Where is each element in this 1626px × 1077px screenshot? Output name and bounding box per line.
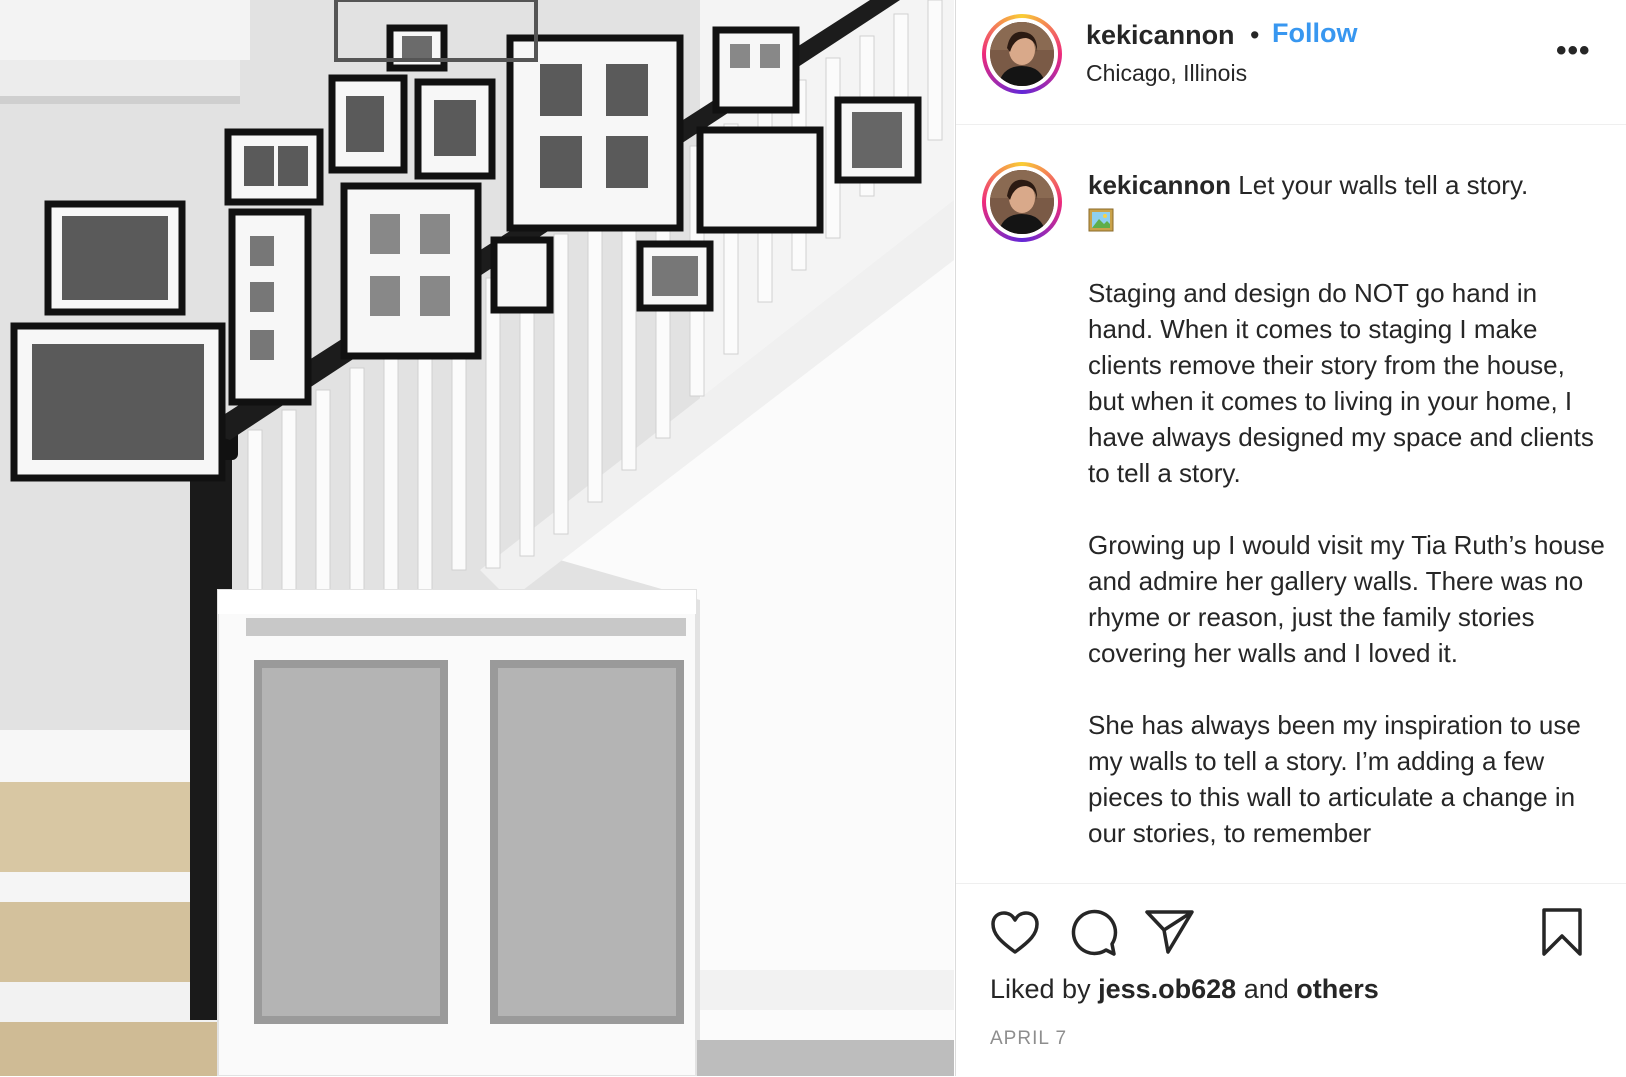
- likes-others-link[interactable]: others: [1296, 974, 1379, 1004]
- bookmark-icon[interactable]: [1540, 906, 1584, 958]
- post-caption: kekicannon Let your walls tell a story. …: [1088, 167, 1608, 883]
- caption-author-photo: [990, 170, 1054, 234]
- caption-paragraph: Staging and design do NOT go hand in han…: [1088, 278, 1594, 488]
- framed-picture-icon: [1088, 208, 1114, 232]
- caption-paragraph: Growing up I would visit my Tia Ruth’s h…: [1088, 530, 1605, 668]
- caption-username[interactable]: kekicannon: [1088, 170, 1231, 200]
- comment-icon[interactable]: [1068, 908, 1118, 958]
- header-separator: •: [1250, 20, 1260, 50]
- post-date[interactable]: APRIL 7: [990, 1028, 1067, 1050]
- author-username[interactable]: kekicannon: [1086, 20, 1235, 51]
- post-photo[interactable]: [0, 0, 954, 1076]
- comments-area[interactable]: kekicannon Let your walls tell a story. …: [956, 125, 1626, 883]
- staircase-gallery-image: [0, 0, 954, 1076]
- caption-paragraph: She has always been my inspiration to us…: [1088, 710, 1581, 848]
- heart-icon[interactable]: [990, 910, 1040, 956]
- liker-username[interactable]: jess.ob628: [1098, 974, 1236, 1004]
- author-avatar[interactable]: [982, 14, 1062, 94]
- author-photo: [990, 22, 1054, 86]
- post-actions: Liked by jess.ob628 and others APRIL 7: [956, 883, 1626, 1077]
- post-location[interactable]: Chicago, Illinois: [1086, 60, 1247, 87]
- post-header: kekicannon • Follow Chicago, Illinois ••…: [956, 0, 1626, 125]
- more-options-button[interactable]: •••: [1556, 34, 1591, 68]
- likes-summary: Liked by jess.ob628 and others: [990, 974, 1379, 1005]
- caption-first-line: Let your walls tell a story.: [1238, 170, 1529, 200]
- post-side-panel: kekicannon • Follow Chicago, Illinois ••…: [955, 0, 1626, 1076]
- caption-author-avatar[interactable]: [982, 162, 1062, 242]
- share-icon[interactable]: [1144, 908, 1196, 956]
- likes-middle: and: [1243, 974, 1289, 1004]
- likes-prefix: Liked by: [990, 974, 1091, 1004]
- follow-button[interactable]: Follow: [1272, 18, 1357, 49]
